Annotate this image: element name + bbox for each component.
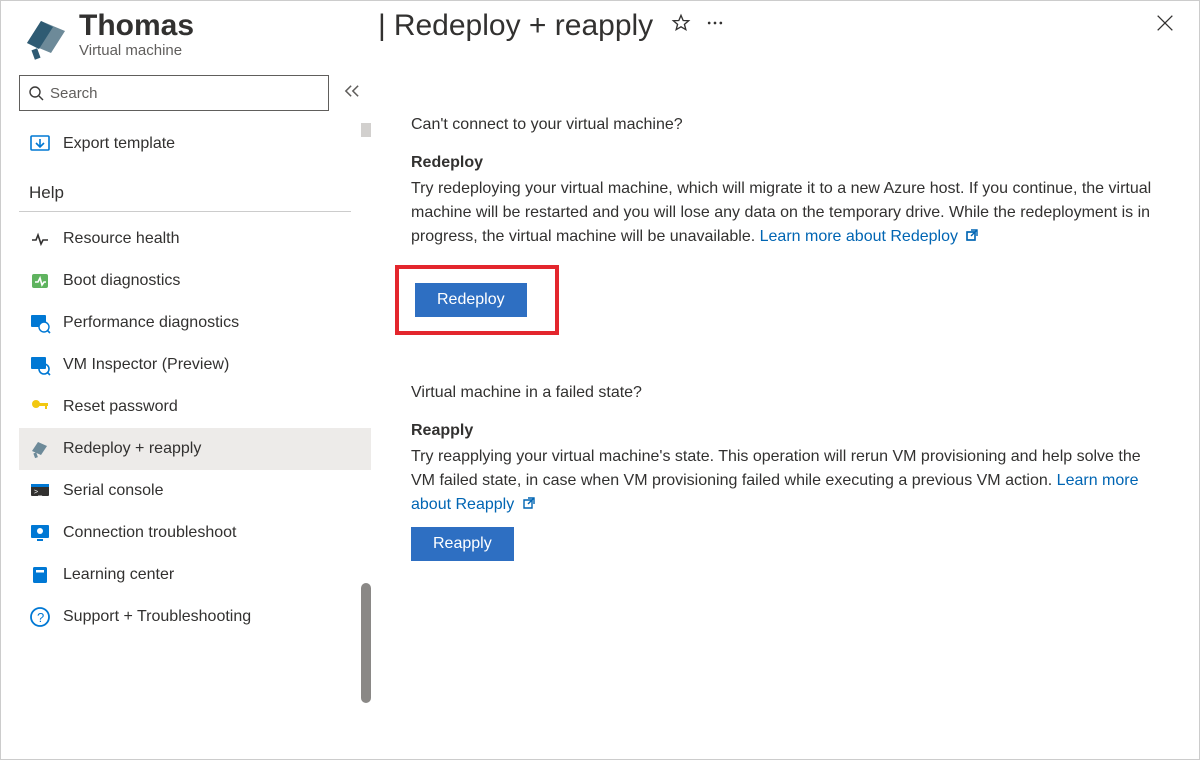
redeploy-learn-more-link[interactable]: Learn more about Redeploy <-rect/>: [760, 228, 980, 245]
redeploy-question: Can't connect to your virtual machine?: [411, 113, 1169, 137]
more-actions-icon[interactable]: [705, 13, 725, 33]
redeploy-button[interactable]: Redeploy: [415, 283, 527, 317]
blade-header: Thomas Virtual machine | Redeploy + reap…: [1, 1, 1199, 63]
monitor-icon: [29, 522, 51, 544]
console-icon: >_: [29, 480, 51, 502]
sidebar-item-export-template[interactable]: Export template: [19, 123, 371, 165]
sidebar: Export template Help Resource health Boo…: [1, 63, 371, 759]
vm-icon: [21, 15, 69, 63]
sidebar-item-label: Performance diagnostics: [63, 314, 239, 332]
reapply-button[interactable]: Reapply: [411, 527, 514, 561]
reapply-section: Virtual machine in a failed state? Reapp…: [411, 381, 1169, 561]
sidebar-item-label: Boot diagnostics: [63, 272, 180, 290]
help-icon: ?: [29, 606, 51, 628]
book-icon: [29, 564, 51, 586]
redeploy-section: Can't connect to your virtual machine? R…: [411, 113, 1169, 335]
sidebar-item-vm-inspector[interactable]: VM Inspector (Preview): [19, 344, 371, 386]
search-icon: [28, 85, 44, 101]
sidebar-item-label: Redeploy + reapply: [63, 440, 201, 458]
svg-text:?: ?: [37, 610, 44, 625]
sidebar-item-label: Learning center: [63, 566, 174, 584]
sidebar-search[interactable]: [19, 75, 329, 111]
sidebar-item-learning-center[interactable]: Learning center: [19, 554, 371, 596]
sidebar-item-reset-password[interactable]: Reset password: [19, 386, 371, 428]
redeploy-description: Try redeploying your virtual machine, wh…: [411, 177, 1169, 249]
sidebar-scrollbar[interactable]: [361, 123, 371, 759]
sidebar-item-resource-health[interactable]: Resource health: [19, 218, 371, 260]
performance-icon: [29, 312, 51, 334]
vm-name: Thomas: [79, 9, 194, 42]
content-area: Can't connect to your virtual machine? R…: [371, 63, 1199, 759]
sidebar-item-label: Export template: [63, 135, 175, 153]
close-icon[interactable]: [1151, 9, 1179, 37]
sidebar-item-label: Connection troubleshoot: [63, 524, 236, 542]
sidebar-item-boot-diagnostics[interactable]: Boot diagnostics: [19, 260, 371, 302]
hammer-icon: [29, 438, 51, 460]
external-link-icon: <-rect/>: [965, 226, 979, 240]
search-input[interactable]: [50, 85, 320, 102]
vm-inspector-icon: [29, 354, 51, 376]
title-separator: |: [378, 9, 386, 42]
sidebar-section-help: Help: [19, 165, 351, 212]
sidebar-item-serial-console[interactable]: >_ Serial console: [19, 470, 371, 512]
sidebar-item-support[interactable]: ? Support + Troubleshooting: [19, 596, 371, 638]
sidebar-item-label: Support + Troubleshooting: [63, 608, 251, 626]
collapse-sidebar-icon[interactable]: [339, 80, 365, 107]
external-link-icon: [522, 494, 536, 508]
reapply-title: Reapply: [411, 419, 1169, 443]
sidebar-item-label: VM Inspector (Preview): [63, 356, 229, 374]
sidebar-item-label: Resource health: [63, 230, 180, 248]
vm-type-subtitle: Virtual machine: [79, 42, 194, 59]
reapply-question: Virtual machine in a failed state?: [411, 381, 1169, 405]
sidebar-item-performance-diagnostics[interactable]: Performance diagnostics: [19, 302, 371, 344]
boot-diagnostics-icon: [29, 270, 51, 292]
heartbeat-icon: [29, 228, 51, 250]
reapply-description: Try reapplying your virtual machine's st…: [411, 445, 1169, 517]
sidebar-item-label: Serial console: [63, 482, 164, 500]
sidebar-item-redeploy-reapply[interactable]: Redeploy + reapply: [19, 428, 371, 470]
sidebar-item-label: Reset password: [63, 398, 178, 416]
redeploy-title: Redeploy: [411, 151, 1169, 175]
page-title: Redeploy + reapply: [394, 9, 653, 42]
key-icon: [29, 396, 51, 418]
redeploy-highlight: Redeploy: [395, 265, 559, 335]
favorite-star-icon[interactable]: [671, 13, 691, 33]
sidebar-item-connection-troubleshoot[interactable]: Connection troubleshoot: [19, 512, 371, 554]
export-template-icon: [29, 133, 51, 155]
svg-text:>_: >_: [34, 489, 42, 496]
